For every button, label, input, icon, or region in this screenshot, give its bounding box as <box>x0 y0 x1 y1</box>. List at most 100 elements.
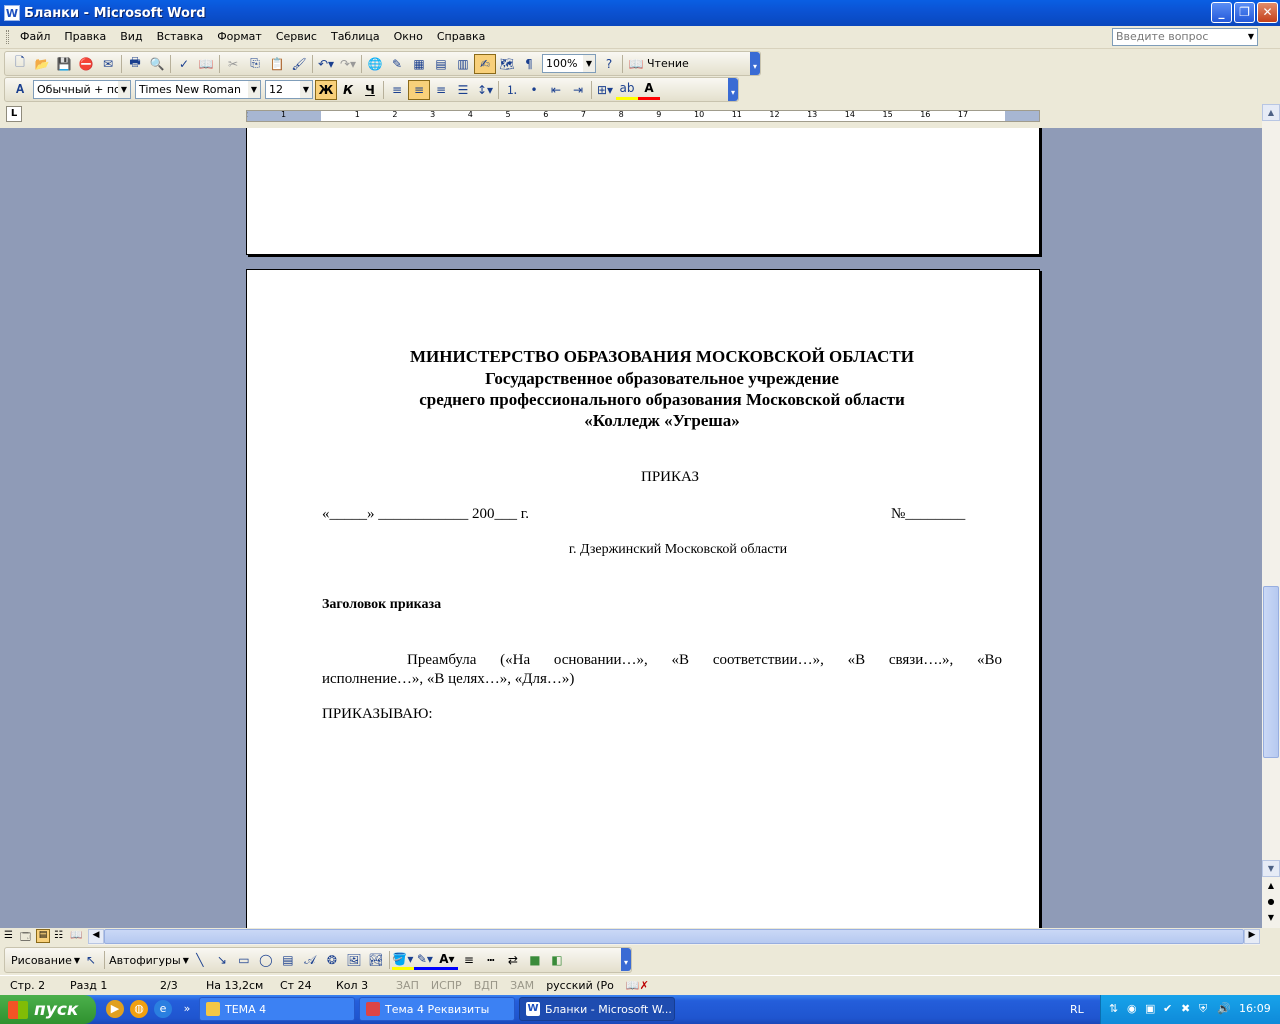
status-extend[interactable]: ВДП <box>468 979 504 992</box>
document-map-icon[interactable]: 🗺 <box>496 54 518 74</box>
menu-format[interactable]: Формат <box>210 26 269 48</box>
print-preview-icon[interactable]: 🔍 <box>146 54 168 74</box>
bold-button[interactable]: Ж <box>315 79 337 100</box>
horizontal-scrollbar[interactable]: ◀ ▶ <box>88 929 1260 945</box>
status-overtype[interactable]: ЗАМ <box>504 979 540 992</box>
close-button[interactable]: ✕ <box>1257 2 1278 23</box>
menu-edit[interactable]: Правка <box>57 26 113 48</box>
permission-icon[interactable]: ⛔ <box>75 54 97 74</box>
quicklaunch-desktop-icon[interactable]: ◍ <box>130 1000 148 1018</box>
toolbar-options-icon[interactable]: ▾ <box>750 52 760 75</box>
menu-help[interactable]: Справка <box>430 26 492 48</box>
page-2[interactable]: МИНИСТЕРСТВО ОБРАЗОВАНИЯ МОСКОВСКОЙ ОБЛА… <box>246 269 1040 928</box>
menu-insert[interactable]: Вставка <box>150 26 211 48</box>
menu-file[interactable]: Файл <box>13 26 57 48</box>
style-select[interactable]: Обычный + пол ▼ <box>33 80 131 99</box>
highlight-icon[interactable]: ab <box>616 80 638 100</box>
redo-icon[interactable]: ↷▾ <box>337 54 359 74</box>
status-record-macro[interactable]: ЗАП <box>368 979 425 992</box>
show-marks-icon[interactable]: ¶ <box>518 54 540 74</box>
new-document-icon[interactable]: 🗋 <box>9 54 31 74</box>
line-style-icon[interactable]: ≡ <box>458 950 480 970</box>
oval-tool-icon[interactable]: ◯ <box>255 950 277 970</box>
tray-security-icon[interactable]: ✖ <box>1181 1002 1190 1015</box>
underline-button[interactable]: Ч <box>359 80 381 100</box>
styles-pane-icon[interactable]: 𝐀 <box>9 80 31 100</box>
spelling-status-icon[interactable]: 📖✗ <box>620 979 655 992</box>
diagram-icon[interactable]: ❂ <box>321 950 343 970</box>
tray-update-icon[interactable]: ✔ <box>1163 1002 1172 1015</box>
zoom-dropdown-icon[interactable]: ▼ <box>583 55 595 72</box>
tab-selector-icon[interactable]: L <box>6 106 22 122</box>
scroll-up-icon[interactable]: ▲ <box>1262 104 1280 121</box>
shadow-style-icon[interactable]: ■ <box>524 950 546 970</box>
font-size-select[interactable]: 12 ▼ <box>265 80 313 99</box>
3d-style-icon[interactable]: ◧ <box>546 950 568 970</box>
vertical-scroll-thumb[interactable] <box>1263 586 1279 758</box>
hyperlink-icon[interactable]: 🌐 <box>364 54 386 74</box>
tray-clock[interactable]: 16:09 <box>1239 1002 1271 1015</box>
toolbar-options-icon[interactable]: ▾ <box>728 78 738 101</box>
insert-picture-icon[interactable]: 🏞 <box>365 950 387 970</box>
decrease-indent-icon[interactable]: ⇤ <box>545 80 567 100</box>
drawing-font-color-icon[interactable]: A▾ <box>435 950 458 970</box>
format-painter-icon[interactable]: 🖌 <box>288 54 310 74</box>
vertical-scrollbar[interactable]: ▲ ▼ ▲ ● ▼ <box>1262 104 1280 928</box>
reading-view-icon[interactable]: 📖 <box>70 930 82 941</box>
rectangle-tool-icon[interactable]: ▭ <box>233 950 255 970</box>
menu-tools[interactable]: Сервис <box>269 26 324 48</box>
tray-shield-icon[interactable]: ⛨ <box>1199 1002 1207 1016</box>
scroll-down-icon[interactable]: ▼ <box>1262 860 1280 877</box>
email-icon[interactable]: ✉ <box>97 54 119 74</box>
help-dropdown-icon[interactable]: ▼ <box>1245 29 1257 45</box>
textbox-tool-icon[interactable]: ▤ <box>277 950 299 970</box>
fill-color-icon[interactable]: 🪣▾ <box>391 950 414 970</box>
start-button[interactable]: пуск <box>0 995 96 1024</box>
horizontal-ruler[interactable]: 211234567891011121314151617 <box>246 110 1040 122</box>
quicklaunch-ie-icon[interactable]: e <box>154 1000 172 1018</box>
tray-network-icon[interactable]: ⇅ <box>1109 1002 1118 1015</box>
zoom-select[interactable]: 100% ▼ <box>542 54 596 73</box>
scroll-right-icon[interactable]: ▶ <box>1244 929 1260 944</box>
line-tool-icon[interactable]: ╲ <box>189 950 211 970</box>
help-search-input[interactable]: Введите вопрос ▼ <box>1112 28 1258 46</box>
align-left-icon[interactable]: ≡ <box>386 80 408 100</box>
reading-mode-button[interactable]: Чтение <box>647 57 689 70</box>
status-language[interactable]: русский (Ро <box>540 979 620 992</box>
web-view-icon[interactable]: 🗔 <box>20 930 31 947</box>
quicklaunch-media-icon[interactable]: ▶ <box>106 1000 124 1018</box>
toolbar-options-icon[interactable]: ▾ <box>621 948 631 971</box>
tray-monitor-icon[interactable]: ▣ <box>1145 1002 1155 1015</box>
font-color-icon[interactable]: A <box>638 80 660 100</box>
status-track-changes[interactable]: ИСПР <box>425 979 468 992</box>
clipart-icon[interactable]: 🖼 <box>343 950 365 970</box>
italic-button[interactable]: К <box>337 80 359 100</box>
line-spacing-icon[interactable]: ↕▾ <box>474 80 496 100</box>
insert-excel-icon[interactable]: ▤ <box>430 54 452 74</box>
open-folder-icon[interactable]: 📂 <box>31 54 53 74</box>
font-select[interactable]: Times New Roman ▼ <box>135 80 261 99</box>
select-objects-icon[interactable]: ↖ <box>80 950 102 970</box>
line-color-icon[interactable]: ✎▾ <box>413 950 436 970</box>
style-dropdown-icon[interactable]: ▼ <box>118 81 130 98</box>
print-icon[interactable]: 🖶 <box>124 54 146 74</box>
drawing-menu-button[interactable]: Рисование <box>9 954 74 967</box>
increase-indent-icon[interactable]: ⇥ <box>567 80 589 100</box>
scroll-left-icon[interactable]: ◀ <box>88 929 104 944</box>
autoshapes-menu-button[interactable]: Автофигуры <box>107 954 183 967</box>
document-area[interactable]: МИНИСТЕРСТВО ОБРАЗОВАНИЯ МОСКОВСКОЙ ОБЛА… <box>0 128 1262 928</box>
word-app-icon[interactable]: W <box>4 5 20 21</box>
menu-view[interactable]: Вид <box>113 26 149 48</box>
align-center-icon[interactable]: ≡ <box>408 79 430 100</box>
menu-window[interactable]: Окно <box>387 26 430 48</box>
tables-borders-icon[interactable]: ✎ <box>386 54 408 74</box>
previous-page-icon[interactable]: ▲ <box>1262 878 1280 895</box>
outline-view-icon[interactable]: ☷ <box>54 930 63 941</box>
arrow-tool-icon[interactable]: ↘ <box>211 950 233 970</box>
horizontal-scroll-thumb[interactable] <box>104 929 1244 944</box>
arrow-style-icon[interactable]: ⇄ <box>502 950 524 970</box>
dash-style-icon[interactable]: ┅ <box>480 950 502 970</box>
select-browse-object-icon[interactable]: ● <box>1262 894 1280 911</box>
reading-book-icon[interactable]: 📖 <box>625 54 647 74</box>
task-word-blanki[interactable]: W Бланки - Microsoft W... <box>519 997 675 1021</box>
